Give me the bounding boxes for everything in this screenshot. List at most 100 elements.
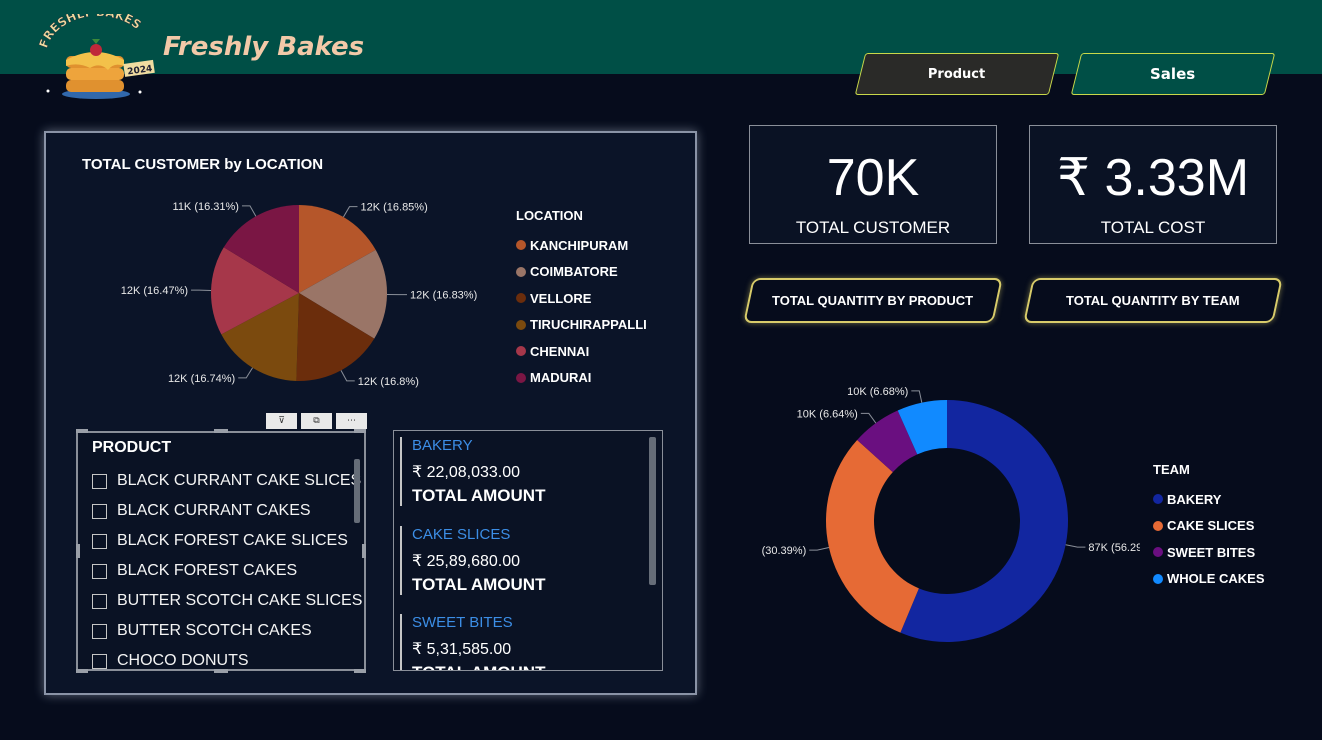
total-cost-value: ₹ 3.33M bbox=[1056, 149, 1250, 207]
legend-label: CAKE SLICES bbox=[1167, 518, 1255, 534]
card-entry: BAKERY ₹ 22,08,033.00 TOTAL AMOUNT bbox=[400, 437, 650, 506]
legend-label: MADURAI bbox=[530, 370, 592, 386]
resize-handle-tr[interactable] bbox=[354, 429, 366, 433]
slicer-item-label: BLACK CURRANT CAKES bbox=[117, 502, 311, 519]
data-label: 10K (6.68%) bbox=[847, 386, 908, 398]
leader-line bbox=[809, 547, 830, 551]
resize-handle-top[interactable] bbox=[214, 429, 228, 433]
total-cost-card: ₹ 3.33M TOTAL COST bbox=[1029, 125, 1277, 244]
location-legend-item[interactable]: KANCHIPURAM bbox=[516, 232, 647, 259]
legend-marker bbox=[516, 319, 526, 330]
legend-marker bbox=[516, 240, 526, 251]
slice-cake-slices[interactable] bbox=[826, 439, 919, 633]
slicer-item-label: BUTTER SCOTCH CAKES bbox=[117, 622, 312, 639]
checkbox[interactable] bbox=[92, 533, 107, 549]
freshly-bakes-logo: FRESHLY BAKES 2024 bbox=[38, 14, 155, 99]
product-page-label: Product bbox=[928, 66, 986, 82]
team-legend-item[interactable]: CAKE SLICES bbox=[1153, 513, 1265, 540]
checkbox[interactable] bbox=[92, 593, 107, 609]
card-entry: CAKE SLICES ₹ 25,89,680.00 TOTAL AMOUNT bbox=[400, 526, 650, 595]
card-entry: SWEET BITES ₹ 5,31,585.00 TOTAL AMOUNT bbox=[400, 614, 650, 670]
slicer-item[interactable]: BLACK FOREST CAKE SLICES bbox=[92, 526, 362, 556]
slicer-item[interactable]: BUTTER SCOTCH CAKES bbox=[92, 616, 362, 646]
card-label: TOTAL AMOUNT bbox=[412, 663, 650, 670]
product-slicer[interactable]: PRODUCT BLACK CURRANT CAKE SLICES BLACK C… bbox=[76, 431, 366, 671]
product-page-button[interactable]: Product bbox=[854, 53, 1060, 95]
location-legend-item[interactable]: TIRUCHIRAPPALLI bbox=[516, 312, 647, 339]
slicer-item[interactable]: BLACK CURRANT CAKES bbox=[92, 496, 362, 526]
data-label: 12K (16.83%) bbox=[410, 290, 477, 302]
team-donut-chart[interactable]: 87K (56.29%) 47K (30.39%) 10K (6.64%) 10K (… bbox=[760, 375, 1140, 675]
team-legend-item[interactable]: BAKERY bbox=[1153, 486, 1265, 513]
sales-page-button[interactable]: Sales bbox=[1070, 53, 1276, 95]
location-legend-item[interactable]: VELLORE bbox=[516, 285, 647, 312]
legend-marker bbox=[1153, 494, 1163, 505]
total-cost-label: TOTAL COST bbox=[1100, 218, 1206, 237]
slicer-item[interactable]: CHOCO DONUTS bbox=[92, 646, 362, 669]
slicer-item[interactable]: BLACK FOREST CAKES bbox=[92, 556, 362, 586]
resize-handle-br[interactable] bbox=[354, 669, 366, 673]
visual-toolbar: ⊽ ⧉ ⋯ bbox=[266, 413, 367, 429]
team-legend-item[interactable]: SWEET BITES bbox=[1153, 539, 1265, 566]
resize-handle-bottom[interactable] bbox=[214, 669, 228, 673]
data-label: 12K (16.8%) bbox=[358, 376, 419, 388]
checkbox[interactable] bbox=[92, 563, 107, 579]
legend-label: COIMBATORE bbox=[530, 264, 618, 280]
team-legend-title: TEAM bbox=[1153, 462, 1190, 477]
qty-by-team-button[interactable]: TOTAL QUANTITY BY TEAM bbox=[1023, 278, 1283, 323]
leader-line bbox=[343, 206, 358, 218]
leader-line bbox=[238, 367, 253, 379]
slicer-item[interactable]: BLACK CURRANT CAKE SLICES bbox=[92, 466, 362, 496]
filter-icon[interactable]: ⊽ bbox=[266, 413, 297, 429]
logo-text: FRESHLY BAKES bbox=[38, 14, 144, 50]
qty-by-product-button[interactable]: TOTAL QUANTITY BY PRODUCT bbox=[743, 278, 1003, 323]
resize-handle-tl[interactable] bbox=[76, 429, 88, 433]
total-customer-label: TOTAL CUSTOMER bbox=[795, 218, 951, 237]
legend-label: BAKERY bbox=[1167, 491, 1222, 507]
location-chart-title: TOTAL CUSTOMER by LOCATION bbox=[82, 156, 324, 173]
cards-scrollbar[interactable] bbox=[649, 437, 656, 585]
data-label: 87K (56.29%) bbox=[1088, 542, 1140, 554]
slicer-item[interactable]: BUTTER SCOTCH CAKE SLICES bbox=[92, 586, 362, 616]
svg-text:FRESHLY BAKES: FRESHLY BAKES bbox=[38, 14, 144, 50]
location-legend-title: LOCATION bbox=[516, 208, 583, 223]
legend-label: TIRUCHIRAPPALLI bbox=[530, 317, 647, 333]
card-category: BAKERY bbox=[412, 437, 473, 454]
card-category: SWEET BITES bbox=[412, 614, 513, 631]
legend-marker bbox=[516, 266, 526, 277]
total-customer-card: 70K TOTAL CUSTOMER bbox=[749, 125, 997, 244]
legend-marker bbox=[1153, 520, 1163, 531]
location-pie-chart[interactable]: 12K (16.85%) 12K (16.83%) 12K (16.8%) 12K (… bbox=[100, 190, 480, 400]
qty-by-product-label: TOTAL QUANTITY BY PRODUCT bbox=[772, 293, 974, 308]
legend-label: WHOLE CAKES bbox=[1167, 571, 1265, 587]
data-label: 10K (6.64%) bbox=[797, 408, 858, 420]
resize-handle-right[interactable] bbox=[362, 544, 366, 558]
location-legend-item[interactable]: CHENNAI bbox=[516, 338, 647, 365]
location-legend-item[interactable]: MADURAI bbox=[516, 365, 647, 392]
resize-handle-left[interactable] bbox=[76, 544, 80, 558]
leader-line bbox=[340, 370, 355, 382]
team-legend-item[interactable]: WHOLE CAKES bbox=[1153, 566, 1265, 593]
qty-by-team-label: TOTAL QUANTITY BY TEAM bbox=[1066, 293, 1240, 308]
more-options-icon[interactable]: ⋯ bbox=[336, 413, 367, 429]
checkbox[interactable] bbox=[92, 653, 107, 669]
checkbox[interactable] bbox=[92, 473, 107, 489]
card-category: CAKE SLICES bbox=[412, 526, 511, 543]
data-label: 12K (16.74%) bbox=[168, 373, 235, 385]
resize-handle-bl[interactable] bbox=[76, 669, 88, 673]
data-label: 47K (30.39%) bbox=[760, 545, 806, 557]
legend-label: KANCHIPURAM bbox=[530, 237, 629, 253]
legend-marker bbox=[516, 372, 526, 383]
location-legend-item[interactable]: COIMBATORE bbox=[516, 259, 647, 286]
focus-mode-icon[interactable]: ⧉ bbox=[301, 413, 332, 429]
legend-marker bbox=[516, 346, 526, 357]
leader-line bbox=[241, 205, 257, 217]
leader-line bbox=[1065, 544, 1086, 548]
location-legend: LOCATION KANCHIPURAM COIMBATORE VELLORE TIR… bbox=[516, 208, 647, 391]
card-value: ₹ 22,08,033.00 bbox=[412, 464, 521, 481]
slicer-scrollbar[interactable] bbox=[354, 459, 360, 523]
checkbox[interactable] bbox=[92, 503, 107, 519]
card-label: TOTAL AMOUNT bbox=[412, 575, 546, 594]
data-label: 12K (16.85%) bbox=[360, 202, 427, 214]
checkbox[interactable] bbox=[92, 623, 107, 639]
